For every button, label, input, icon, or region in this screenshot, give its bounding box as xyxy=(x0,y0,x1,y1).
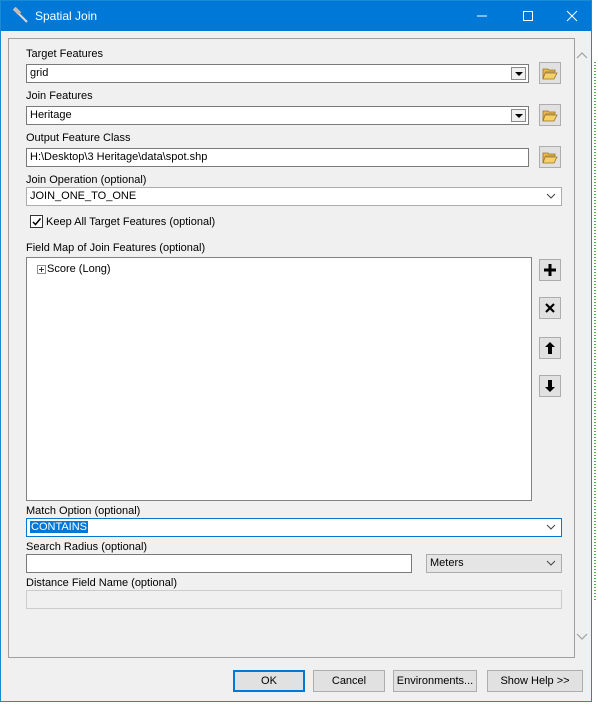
target-features-combo[interactable]: grid xyxy=(26,64,529,83)
browse-output-button[interactable] xyxy=(539,146,561,168)
match-option-value: CONTAINS xyxy=(30,521,89,533)
match-option-select[interactable]: CONTAINS xyxy=(26,518,562,537)
join-features-label: Join Features xyxy=(26,90,93,102)
join-operation-select[interactable]: JOIN_ONE_TO_ONE xyxy=(26,187,562,206)
field-map-label: Field Map of Join Features (optional) xyxy=(26,242,206,254)
chevron-down-icon xyxy=(546,193,556,199)
output-feature-class-label: Output Feature Class xyxy=(26,132,131,144)
search-radius-unit-value: Meters xyxy=(430,557,464,569)
minimize-icon xyxy=(477,15,487,17)
background-dotted-line xyxy=(594,62,596,602)
search-radius-label: Search Radius (optional) xyxy=(26,541,148,553)
remove-icon xyxy=(545,303,555,313)
cancel-button[interactable]: Cancel xyxy=(313,670,385,692)
distance-field-input[interactable] xyxy=(26,590,562,609)
scroll-down-icon[interactable] xyxy=(575,629,589,643)
add-icon xyxy=(544,264,556,276)
dropdown-arrow-icon[interactable] xyxy=(511,109,526,122)
hammer-icon xyxy=(11,6,31,25)
join-features-value: Heritage xyxy=(30,109,72,121)
expand-icon[interactable] xyxy=(37,265,46,274)
minimize-button[interactable] xyxy=(459,1,505,31)
add-field-button[interactable] xyxy=(539,259,561,281)
join-features-combo[interactable]: Heritage xyxy=(26,106,529,125)
maximize-icon xyxy=(523,11,533,21)
open-folder-icon xyxy=(542,68,558,80)
keep-all-checkbox[interactable] xyxy=(30,215,43,228)
match-option-label: Match Option (optional) xyxy=(26,505,141,517)
close-button[interactable] xyxy=(549,1,595,31)
browse-target-features-button[interactable] xyxy=(539,62,561,84)
chevron-down-icon xyxy=(546,560,556,566)
spatial-join-window: Spatial Join Target Features grid Join F… xyxy=(0,0,592,702)
browse-join-features-button[interactable] xyxy=(539,104,561,126)
move-up-icon xyxy=(545,342,555,354)
scroll-up-icon[interactable] xyxy=(575,49,589,63)
move-up-button[interactable] xyxy=(539,337,561,359)
target-features-value: grid xyxy=(30,67,49,79)
title-bar: Spatial Join xyxy=(1,1,591,31)
show-help-button[interactable]: Show Help >> xyxy=(487,670,583,692)
tree-item-label: Score (Long) xyxy=(47,263,111,275)
move-down-button[interactable] xyxy=(539,375,561,397)
environments-button[interactable]: Environments... xyxy=(393,670,477,692)
close-icon xyxy=(566,10,578,22)
dropdown-arrow-icon[interactable] xyxy=(511,67,526,80)
remove-field-button[interactable] xyxy=(539,297,561,319)
search-radius-unit-select[interactable]: Meters xyxy=(426,554,562,573)
join-operation-label: Join Operation (optional) xyxy=(26,174,147,186)
join-operation-value: JOIN_ONE_TO_ONE xyxy=(30,190,137,202)
field-map-tree[interactable]: Score (Long) xyxy=(26,257,532,501)
window-title: Spatial Join xyxy=(35,9,98,23)
maximize-button[interactable] xyxy=(505,1,551,31)
keep-all-label: Keep All Target Features (optional) xyxy=(46,216,216,228)
checkmark-icon xyxy=(32,218,42,226)
move-down-icon xyxy=(545,380,555,392)
open-folder-icon xyxy=(542,110,558,122)
search-radius-input[interactable] xyxy=(26,554,412,573)
open-folder-icon xyxy=(542,152,558,164)
distance-field-label: Distance Field Name (optional) xyxy=(26,577,178,589)
target-features-label: Target Features xyxy=(26,48,104,60)
ok-button[interactable]: OK xyxy=(233,670,305,692)
chevron-down-icon xyxy=(546,524,556,530)
output-feature-class-input[interactable]: H:\Desktop\3 Heritage\data\spot.shp xyxy=(26,148,529,167)
